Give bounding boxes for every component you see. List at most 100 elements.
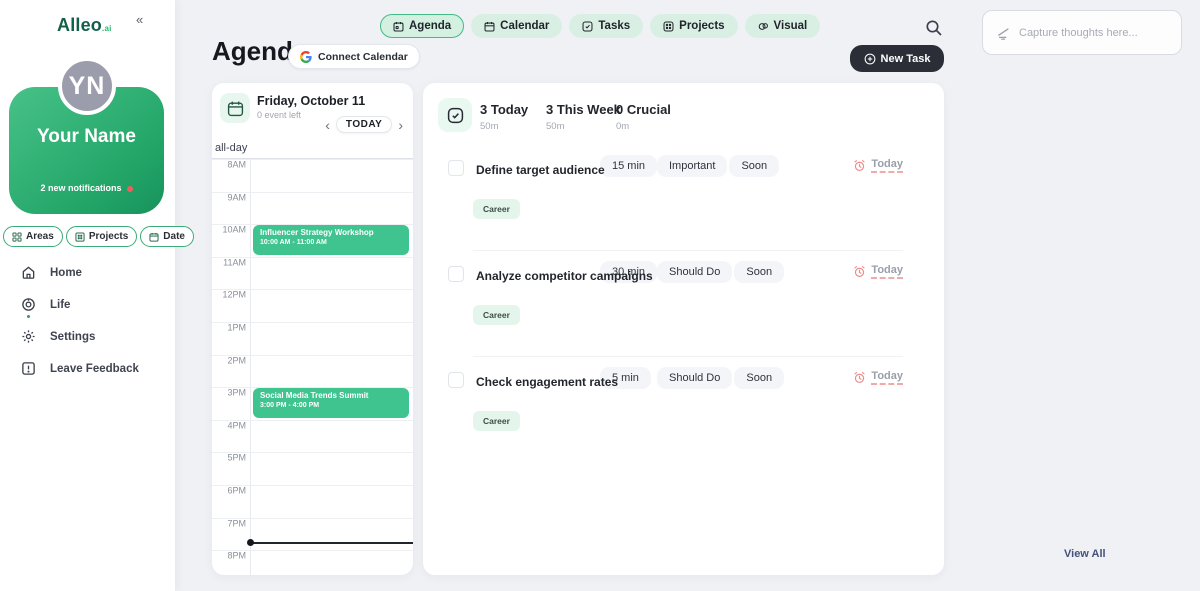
tasks-icon: [582, 21, 593, 32]
hour-label: 3PM: [212, 388, 246, 398]
task-tag[interactable]: Career: [473, 305, 520, 325]
today-button[interactable]: TODAY: [336, 116, 392, 133]
calendar-icon: [484, 21, 495, 32]
when-pill[interactable]: Soon: [734, 367, 784, 389]
tab-label: Projects: [679, 20, 724, 32]
filter-label: Date: [163, 231, 185, 242]
home-icon: [21, 265, 36, 280]
event-influencer-strategy-workshop[interactable]: Influencer Strategy Workshop 10:00 AM - …: [253, 225, 409, 255]
hour-label: 2PM: [212, 355, 246, 365]
filter-pills: Areas Projects Date: [3, 226, 194, 247]
search-icon[interactable]: [925, 19, 943, 37]
priority-pill[interactable]: Should Do: [657, 367, 732, 389]
agenda-icon: [393, 21, 404, 32]
tab-calendar[interactable]: Calendar: [471, 14, 562, 38]
filter-label: Projects: [89, 231, 128, 242]
prev-day-button[interactable]: ‹: [325, 118, 330, 132]
scribble-icon: [997, 26, 1011, 40]
stat-this-week: 3 This Week 50m: [546, 102, 621, 132]
view-all-link[interactable]: View All: [1064, 548, 1106, 560]
filter-areas-button[interactable]: Areas: [3, 226, 63, 247]
sidebar-collapse-icon[interactable]: «: [136, 12, 143, 27]
sidebar-item-life[interactable]: Life: [21, 297, 139, 312]
sidebar-item-home[interactable]: Home: [21, 265, 139, 280]
connect-calendar-button[interactable]: Connect Calendar: [288, 44, 420, 69]
task-checkbox[interactable]: [448, 372, 464, 388]
day-time-grid[interactable]: 8AM 9AM 10AM 11AM 12PM 1PM 2PM 3PM 4PM 5…: [212, 140, 413, 575]
due-date[interactable]: Today: [853, 370, 903, 385]
due-date[interactable]: Today: [853, 264, 903, 279]
duration-pill[interactable]: 15 min: [600, 155, 657, 177]
stat-label: 3 This Week: [546, 102, 621, 117]
sidebar-item-leave-feedback[interactable]: Leave Feedback: [21, 361, 139, 376]
calendar-panel: Friday, October 11 0 event left ‹ TODAY …: [212, 83, 413, 575]
priority-pill[interactable]: Important: [657, 155, 727, 177]
avatar[interactable]: YN: [58, 57, 116, 115]
event-social-media-trends-summit[interactable]: Social Media Trends Summit 3:00 PM - 4:0…: [253, 388, 409, 418]
stat-sub: 50m: [480, 121, 528, 132]
tab-projects[interactable]: Projects: [650, 14, 737, 38]
google-icon: [300, 51, 312, 63]
sidebar-item-label: Life: [50, 299, 70, 311]
task-title[interactable]: Check engagement rates: [476, 375, 618, 389]
notifications-link[interactable]: 2 new notifications: [9, 183, 164, 193]
projects-icon: [663, 21, 674, 32]
event-title: Influencer Strategy Workshop: [260, 228, 402, 237]
hour-label: 7PM: [212, 518, 246, 528]
time-column-divider: [250, 140, 251, 575]
stat-sub: 0m: [616, 121, 671, 132]
next-day-button[interactable]: ›: [398, 118, 403, 132]
task-row: Check engagement rates 5 min Should Do S…: [423, 356, 944, 462]
date-icon: [149, 232, 159, 242]
task-tag[interactable]: Career: [473, 411, 520, 431]
active-dot: [27, 315, 30, 318]
sidebar-item-settings[interactable]: Settings: [21, 329, 139, 344]
priority-group: Important Soon: [657, 155, 779, 177]
task-title[interactable]: Define target audience: [476, 163, 605, 177]
calendar-header-icon: [220, 93, 250, 123]
check-square-icon: [447, 107, 464, 124]
when-pill[interactable]: Soon: [734, 261, 784, 283]
due-label: Today: [871, 158, 903, 173]
alarm-icon: [853, 371, 866, 384]
tab-tasks[interactable]: Tasks: [569, 14, 643, 38]
event-title: Social Media Trends Summit: [260, 391, 402, 400]
hour-label: 6PM: [212, 486, 246, 496]
due-label: Today: [871, 370, 903, 385]
all-day-row: all-day: [212, 140, 413, 159]
due-date[interactable]: Today: [853, 158, 903, 173]
new-task-button[interactable]: New Task: [850, 45, 944, 72]
filter-projects-button[interactable]: Projects: [66, 226, 137, 247]
task-title[interactable]: Analyze competitor campaigns: [476, 269, 653, 283]
gear-icon: [21, 329, 36, 344]
hour-label: 9AM: [212, 192, 246, 202]
areas-icon: [12, 232, 22, 242]
priority-pill[interactable]: Should Do: [657, 261, 732, 283]
hour-label: 4PM: [212, 420, 246, 430]
target-icon: [21, 297, 36, 312]
task-checkbox[interactable]: [448, 266, 464, 282]
task-row: Define target audience 15 min Important …: [423, 144, 944, 250]
new-task-label: New Task: [881, 53, 931, 65]
filter-date-button[interactable]: Date: [140, 226, 194, 247]
task-checkbox[interactable]: [448, 160, 464, 176]
filter-label: Areas: [26, 231, 54, 242]
tab-agenda[interactable]: Agenda: [380, 14, 464, 38]
task-tag[interactable]: Career: [473, 199, 520, 219]
capture-placeholder: Capture thoughts here...: [1019, 27, 1138, 39]
event-time: 10:00 AM - 11:00 AM: [260, 239, 402, 246]
capture-thoughts-input[interactable]: Capture thoughts here...: [982, 10, 1182, 55]
alarm-icon: [853, 159, 866, 172]
stat-crucial: 0 Crucial 0m: [616, 102, 671, 132]
all-day-label: all-day: [215, 142, 247, 154]
priority-group: Should Do Soon: [657, 367, 784, 389]
when-pill[interactable]: Soon: [729, 155, 779, 177]
tab-visual[interactable]: Visual: [745, 14, 821, 38]
events-left-label: 0 event left: [257, 110, 301, 120]
hour-label: 1PM: [212, 323, 246, 333]
current-time-indicator: [248, 542, 413, 544]
hour-label: 8AM: [212, 160, 246, 170]
hour-label: 10AM: [212, 225, 246, 235]
sidebar-item-label: Settings: [50, 331, 95, 343]
feedback-icon: [21, 361, 36, 376]
